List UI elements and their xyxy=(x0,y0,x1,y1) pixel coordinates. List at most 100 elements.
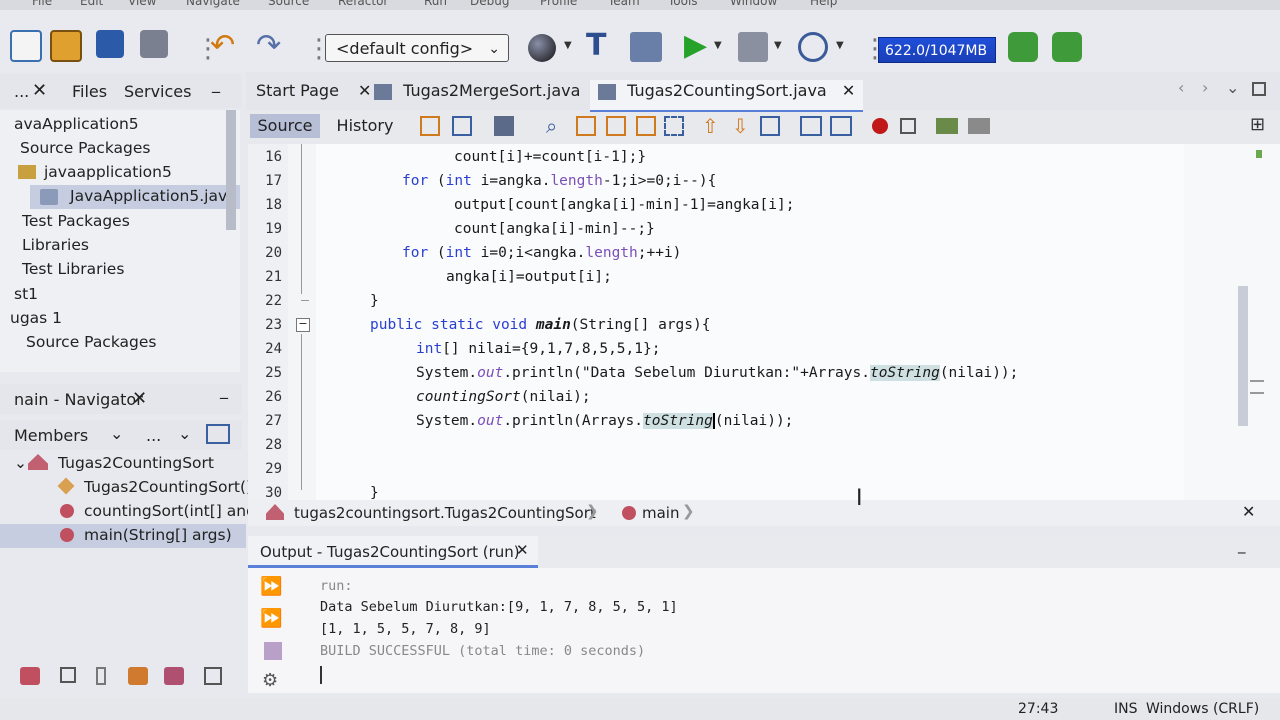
menu-edit[interactable]: Edit xyxy=(80,0,103,8)
tree-item[interactable]: ugas 1 xyxy=(10,309,62,327)
insert-mode[interactable]: INS xyxy=(1114,701,1138,717)
caret-position[interactable]: 27:43 xyxy=(1018,701,1058,717)
tree-item[interactable]: javaapplication5 xyxy=(44,163,172,181)
second-filter[interactable]: ... xyxy=(146,426,161,445)
minimize-icon[interactable]: _ xyxy=(212,74,220,93)
tab-start-page[interactable]: Start Page ✕ xyxy=(256,80,371,110)
history-button[interactable]: History xyxy=(330,114,400,138)
minimized-icon[interactable] xyxy=(128,667,148,685)
find-next-icon[interactable] xyxy=(606,116,626,136)
menu-profile[interactable]: Profile xyxy=(540,0,577,8)
tree-item-selected[interactable]: JavaApplication5.java xyxy=(70,187,237,205)
tab-counting-sort[interactable]: Tugas2CountingSort.java ✕ xyxy=(590,80,864,113)
shift-right-icon[interactable] xyxy=(830,116,852,136)
close-icon[interactable]: ✕ xyxy=(1242,502,1255,521)
navigator-item-constructor[interactable]: Tugas2CountingSort() xyxy=(84,478,252,496)
record-macro-icon[interactable] xyxy=(872,118,888,134)
globe-icon[interactable] xyxy=(528,34,556,62)
navigator-item-main[interactable]: main(String[] args) xyxy=(84,526,232,544)
back-icon[interactable] xyxy=(452,116,472,136)
members-filter[interactable]: Members xyxy=(14,426,88,445)
minimized-icon[interactable] xyxy=(60,667,76,683)
memory-indicator[interactable]: 622.0/1047MB xyxy=(878,37,996,63)
next-bookmark-icon[interactable]: ⇩ xyxy=(732,114,749,138)
close-icon[interactable]: ✕ xyxy=(516,541,529,559)
clean-build-icon[interactable] xyxy=(630,32,662,62)
stop-macro-icon[interactable] xyxy=(900,118,916,134)
comment-icon[interactable] xyxy=(936,118,958,134)
vertical-scrollbar[interactable] xyxy=(1238,286,1248,426)
navigator-title[interactable]: nain - Navigator xyxy=(14,390,143,409)
close-icon[interactable]: ✕ xyxy=(132,388,147,409)
find-prev-icon[interactable] xyxy=(576,116,596,136)
find-icon[interactable]: ⌕ xyxy=(546,114,557,138)
menu-debug[interactable]: Debug xyxy=(470,0,509,8)
close-icon[interactable]: ✕ xyxy=(32,80,47,101)
tree-item[interactable]: Source Packages xyxy=(26,333,157,351)
find-selection-icon[interactable] xyxy=(636,116,656,136)
toggle-bookmark-icon[interactable] xyxy=(760,116,780,136)
menu-view[interactable]: View xyxy=(128,0,156,8)
rerun-icon[interactable]: ⏩ xyxy=(260,576,282,597)
minimized-icon[interactable] xyxy=(204,667,222,685)
source-button[interactable]: Source xyxy=(250,114,320,138)
rerun-with-params-icon[interactable]: ⏩ xyxy=(260,608,282,629)
menu-refactor[interactable]: Refactor xyxy=(338,0,388,8)
dropdown-arrow-icon[interactable]: ▼ xyxy=(836,40,844,51)
split-editor-icon[interactable]: ⊞ xyxy=(1250,114,1265,135)
tree-item[interactable]: st1 xyxy=(14,285,38,303)
config-select[interactable]: <default config> ⌄ xyxy=(325,34,509,62)
menu-source[interactable]: Source xyxy=(268,0,309,8)
redo-icon[interactable]: ↷ xyxy=(256,28,281,63)
output-cursor[interactable] xyxy=(320,666,322,684)
uncomment-icon[interactable] xyxy=(968,118,990,134)
dropdown-arrow-icon[interactable]: ▼ xyxy=(714,40,722,51)
breadcrumb-class[interactable]: tugas2countingsort.Tugas2CountingSort xyxy=(294,504,596,522)
chevron-down-icon[interactable]: ⌄ xyxy=(178,424,191,443)
new-project-icon[interactable] xyxy=(50,30,82,62)
tree-item[interactable]: avaApplication5 xyxy=(14,115,139,133)
menu-window[interactable]: Window xyxy=(730,0,777,8)
breadcrumb-method[interactable]: main xyxy=(642,504,679,522)
minimized-icon[interactable] xyxy=(20,667,40,685)
tree-item[interactable]: Source Packages xyxy=(20,139,151,157)
line-ending[interactable]: Windows (CRLF) xyxy=(1146,701,1259,717)
gc-icon[interactable] xyxy=(1008,32,1038,62)
menu-help[interactable]: Help xyxy=(810,0,837,8)
shift-left-icon[interactable] xyxy=(800,116,822,136)
save-all-icon[interactable] xyxy=(140,30,168,58)
settings-icon[interactable]: ⚙ xyxy=(262,670,278,691)
menu-tools[interactable]: Tools xyxy=(668,0,698,8)
tab-projects[interactable]: ... xyxy=(14,82,29,101)
close-icon[interactable]: ✕ xyxy=(358,81,371,100)
stop-icon[interactable] xyxy=(264,642,282,660)
dropdown-arrow-icon[interactable]: ▼ xyxy=(774,40,782,51)
minimize-icon[interactable]: _ xyxy=(1238,536,1246,554)
build-hammer-icon[interactable]: T xyxy=(586,28,606,63)
tab-services[interactable]: Services xyxy=(124,82,191,101)
profile-snapshot-icon[interactable] xyxy=(1052,32,1082,62)
undo-icon[interactable]: ↶ xyxy=(210,28,235,63)
chevron-down-icon[interactable]: ⌄ xyxy=(110,424,123,443)
collapse-icon[interactable]: ⌄ xyxy=(14,454,27,472)
dropdown-arrow-icon[interactable]: ▼ xyxy=(564,40,572,51)
forward-icon[interactable] xyxy=(494,116,514,136)
code-editor[interactable]: count[i]+=count[i-1];} for (int i=angka.… xyxy=(316,144,1184,500)
open-project-icon[interactable] xyxy=(96,30,124,58)
profile-icon[interactable] xyxy=(798,32,828,62)
menu-team[interactable]: Team xyxy=(608,0,640,8)
navigator-options-icon[interactable] xyxy=(206,424,230,444)
menu-file[interactable]: File xyxy=(32,0,52,8)
navigator-item-method[interactable]: countingSort(int[] angk xyxy=(84,502,265,520)
maximize-icon[interactable] xyxy=(1252,82,1266,96)
minimized-icon[interactable] xyxy=(96,667,106,685)
fold-toggle-icon[interactable]: − xyxy=(296,318,310,332)
prev-bookmark-icon[interactable]: ⇧ xyxy=(702,114,719,138)
tab-merge-sort[interactable]: Tugas2MergeSort.java ✕ xyxy=(374,80,609,110)
last-edit-icon[interactable] xyxy=(420,116,440,136)
chevron-down-icon[interactable]: ⌄ xyxy=(1226,78,1239,97)
scroll-left-icon[interactable]: ‹ xyxy=(1178,78,1184,97)
menu-run[interactable]: Run xyxy=(424,0,447,8)
scrollbar[interactable] xyxy=(226,110,236,230)
minimized-icon[interactable] xyxy=(164,667,184,685)
